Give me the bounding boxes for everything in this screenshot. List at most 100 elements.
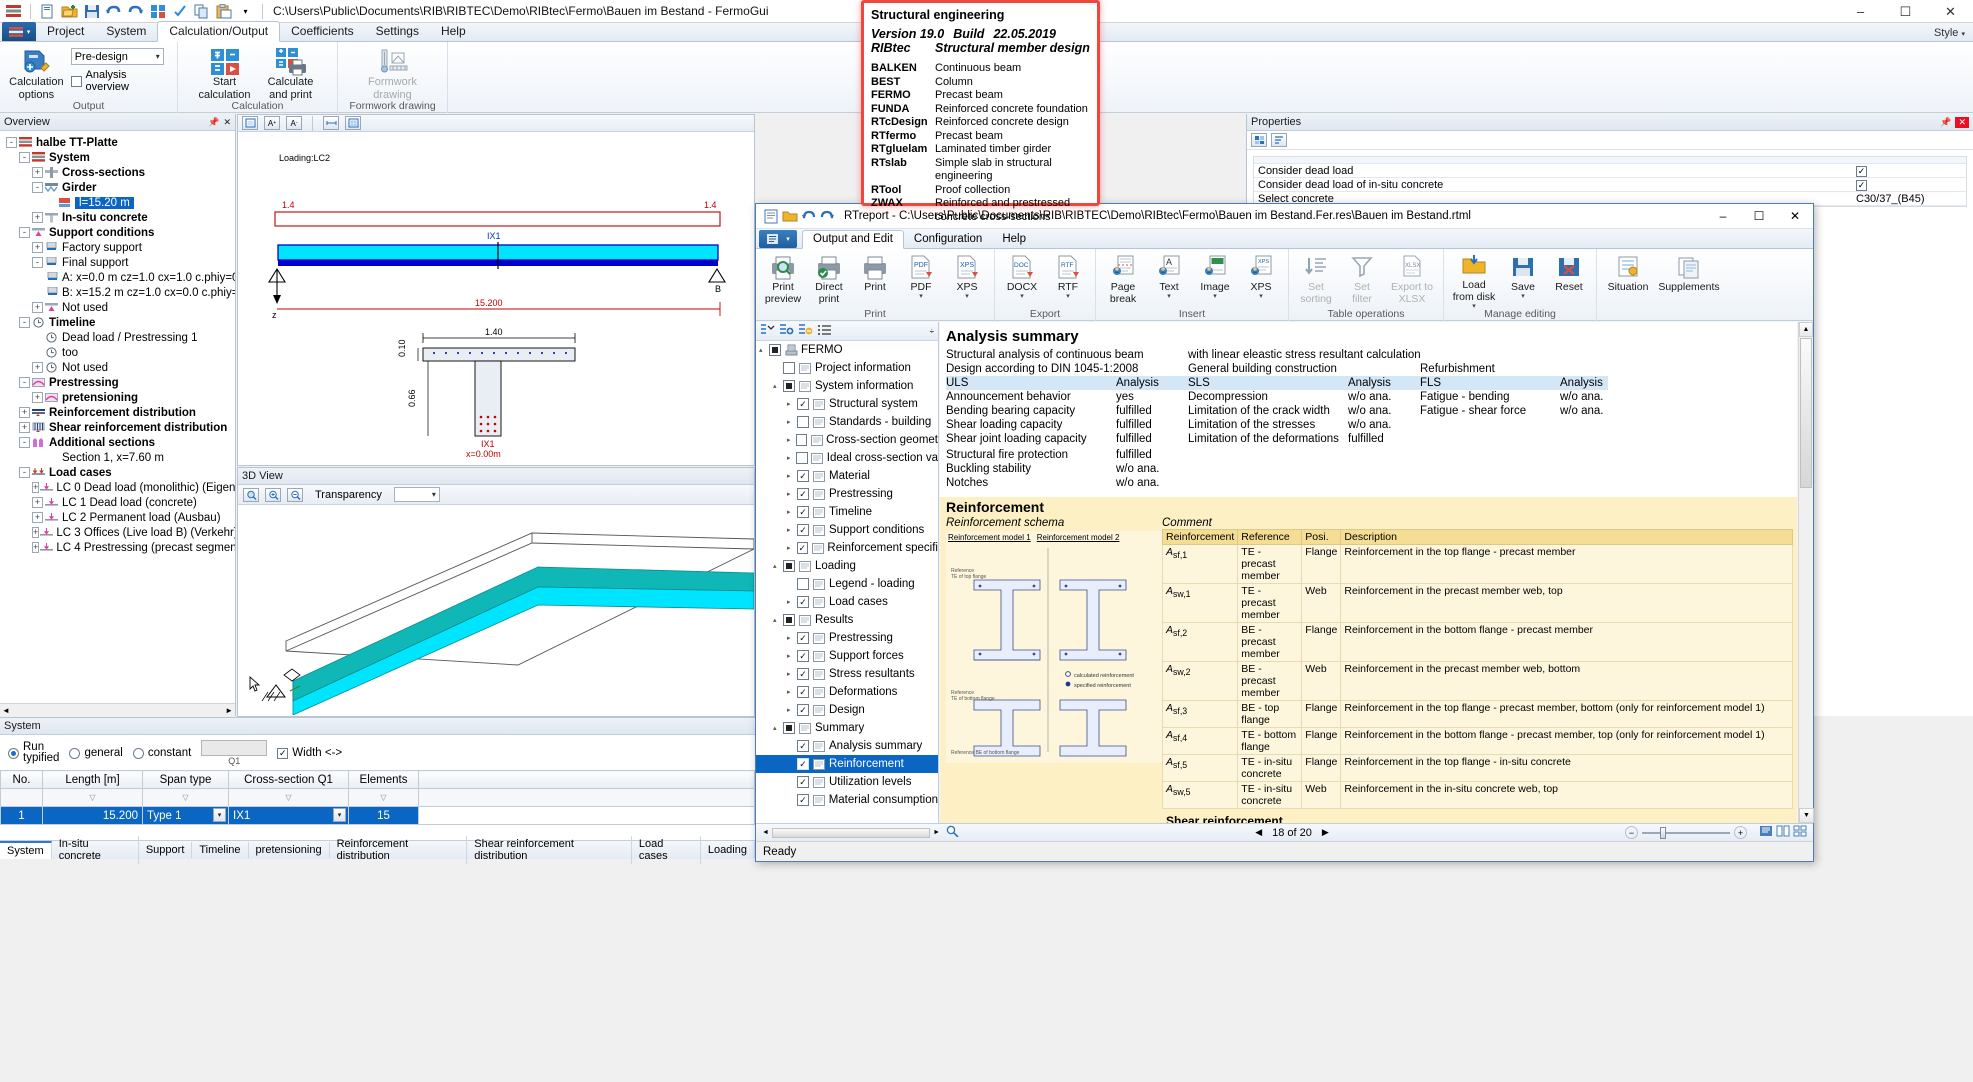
situation-button[interactable]: Situation — [1602, 251, 1654, 308]
report-item-checkbox[interactable] — [783, 722, 795, 734]
overview-tree-item[interactable]: + Not used — [2, 360, 235, 375]
report-item-checkbox[interactable] — [797, 470, 809, 482]
report-tree-item[interactable]: ▸ Structural system — [756, 395, 938, 413]
overview-tree[interactable]: - halbe TT-Platte - System + Cross-sections - G… — [0, 131, 235, 703]
copy-icon[interactable] — [192, 2, 211, 21]
col-no[interactable]: No. — [0, 770, 43, 789]
bottom-tab-system[interactable]: System — [0, 841, 52, 859]
multi-page-view-icon[interactable] — [1793, 825, 1807, 840]
table-row[interactable]: Asf,2 BE - precast member Flange Reinforcem… — [1161, 622, 1793, 662]
rtreport-open-icon[interactable] — [780, 207, 799, 226]
tree-toggle-icon[interactable]: ▸ — [787, 544, 797, 552]
calculation-options-button[interactable]: Calculation options — [6, 44, 67, 101]
supplements-button[interactable]: Supplements — [1656, 251, 1722, 308]
zoom-slider[interactable]: − + — [1625, 826, 1748, 839]
report-item-checkbox[interactable] — [783, 560, 795, 572]
overview-tree-item[interactable]: too — [2, 345, 235, 360]
report-item-checkbox[interactable] — [797, 668, 809, 680]
overview-header-tools[interactable]: 📌 ✕ — [208, 117, 231, 128]
property-row-dead-load[interactable]: Consider dead load ✓ — [1254, 164, 1966, 178]
save-icon[interactable] — [82, 2, 101, 21]
report-item-checkbox[interactable] — [797, 596, 809, 608]
overview-tree-item[interactable]: - Final support — [2, 255, 235, 270]
overview-hscrollbar[interactable]: ◄ ► — [0, 703, 235, 716]
report-tree-item[interactable]: ▸ Prestressing — [756, 485, 938, 503]
report-tree-item[interactable]: Reinforcement — [756, 755, 938, 773]
print-button[interactable]: Print — [853, 251, 897, 308]
zoom-fit-icon[interactable] — [243, 487, 259, 502]
report-tree-item[interactable]: ▸ Cross-section geomet — [756, 431, 938, 449]
overview-tree-item[interactable]: + pretensioning — [2, 390, 235, 405]
tree-scroll-track[interactable] — [771, 827, 931, 838]
start-calculation-button[interactable]: Start calculation — [194, 44, 256, 101]
expand-icon[interactable]: + — [32, 497, 43, 508]
expand-icon[interactable]: + — [32, 392, 43, 403]
table-row[interactable]: Asf,4 TE - bottom flange Flange Reinforceme… — [1161, 727, 1793, 755]
collapse-icon[interactable]: - — [19, 377, 30, 388]
properties-pin-icon[interactable]: 📌 — [1940, 117, 1951, 128]
rtreport-undo-icon[interactable] — [799, 207, 818, 226]
docx-chevron-icon[interactable]: ▾ — [1020, 293, 1024, 300]
single-page-view-icon[interactable] — [1759, 825, 1773, 840]
report-item-checkbox[interactable] — [797, 524, 809, 536]
properties-header-tools[interactable]: 📌 ✕ — [1940, 116, 1969, 128]
report-item-checkbox[interactable] — [797, 578, 809, 590]
xps-insert-button[interactable]: XPS XPS ▾ — [1239, 251, 1283, 308]
overview-tree-item[interactable]: + Not used — [2, 300, 235, 315]
report-item-checkbox[interactable] — [783, 362, 795, 374]
table-row[interactable]: Asf,1 TE - precast member Flange Reinforcem… — [1161, 544, 1793, 584]
overview-tree-item[interactable]: Section 1, x=7.60 m — [2, 450, 235, 465]
minimize-button[interactable]: – — [1838, 0, 1883, 23]
report-item-checkbox[interactable] — [797, 740, 809, 752]
collapse-icon[interactable]: - — [19, 467, 30, 478]
export-to-xlsx-button[interactable]: XLSX Export to XLSX — [1386, 251, 1438, 308]
rtreport-bottom-bar[interactable]: ◄ ► ◀ 18 of 20 ▶ − + — [756, 823, 1813, 841]
dimension-icon[interactable] — [323, 116, 339, 130]
filter-length[interactable]: ▽ — [42, 788, 143, 807]
tree-toggle-icon[interactable]: ▸ — [787, 706, 797, 714]
undo-icon[interactable] — [104, 2, 123, 21]
xps-insert-chevron-icon[interactable]: ▾ — [1259, 293, 1263, 300]
report-item-checkbox[interactable] — [797, 704, 809, 716]
report-tree-item[interactable]: ▸ Support conditions — [756, 521, 938, 539]
tree-toggle-icon[interactable]: ▴ — [773, 562, 783, 570]
cell-elements[interactable]: 15 — [348, 806, 419, 825]
pin-icon[interactable]: 📌 — [208, 117, 219, 128]
property-value-dead-load[interactable]: ✓ — [1856, 165, 1966, 177]
properties-sort-icon[interactable] — [1271, 133, 1287, 147]
save-button[interactable]: Save ▾ — [1501, 251, 1545, 308]
report-item-checkbox[interactable] — [797, 488, 809, 500]
formwork-drawing-button[interactable]: Formwork drawing — [362, 44, 424, 101]
expand-icon[interactable]: + — [32, 512, 43, 523]
expand-icon[interactable]: + — [32, 212, 43, 223]
rtreport-tab-help[interactable]: Help — [992, 231, 1036, 248]
reset-button[interactable]: Reset — [1547, 251, 1591, 308]
report-tree-item[interactable]: ▴ Loading — [756, 557, 938, 575]
rtreport-menu-button[interactable]: ▾ — [759, 230, 797, 248]
bottom-tab-timeline[interactable]: Timeline — [192, 842, 249, 858]
run-typified-option[interactable]: Run typified — [8, 741, 59, 764]
rtreport-vertical-scrollbar[interactable]: ▲ ▼ — [1798, 322, 1814, 823]
report-item-checkbox[interactable] — [797, 650, 809, 662]
report-item-checkbox[interactable] — [796, 542, 809, 554]
check-all-icon[interactable] — [779, 323, 794, 339]
filter-no[interactable] — [0, 788, 43, 807]
report-tree-item[interactable]: ▴ Summary — [756, 719, 938, 737]
report-tree-item[interactable]: ▸ Stress resultants — [756, 665, 938, 683]
rtreport-close-button[interactable]: ✕ — [1777, 204, 1813, 229]
xps-chevron-icon[interactable]: ▾ — [965, 293, 969, 300]
overview-tree-item[interactable]: + Factory support — [2, 240, 235, 255]
page-break-button[interactable]: Page break — [1101, 251, 1145, 308]
close-button[interactable]: ✕ — [1928, 0, 1973, 23]
cell-cross-section[interactable]: IX1 ▾ — [228, 806, 349, 825]
overview-tree-item[interactable]: + LC 2 Permanent load (Ausbau) — [2, 510, 235, 525]
report-item-checkbox[interactable] — [769, 344, 781, 356]
overview-tree-item[interactable]: - System — [2, 150, 235, 165]
report-tree-item[interactable]: ▸ Timeline — [756, 503, 938, 521]
tab-settings[interactable]: Settings — [365, 22, 430, 41]
expand-icon[interactable]: + — [32, 527, 40, 538]
tree-toggle-icon[interactable]: ▸ — [787, 598, 797, 606]
design-mode-combo[interactable]: Pre-design ▾ — [70, 48, 164, 65]
rtreport-maximize-button[interactable]: ☐ — [1741, 204, 1777, 229]
report-tree-item[interactable]: ▴ Results — [756, 611, 938, 629]
